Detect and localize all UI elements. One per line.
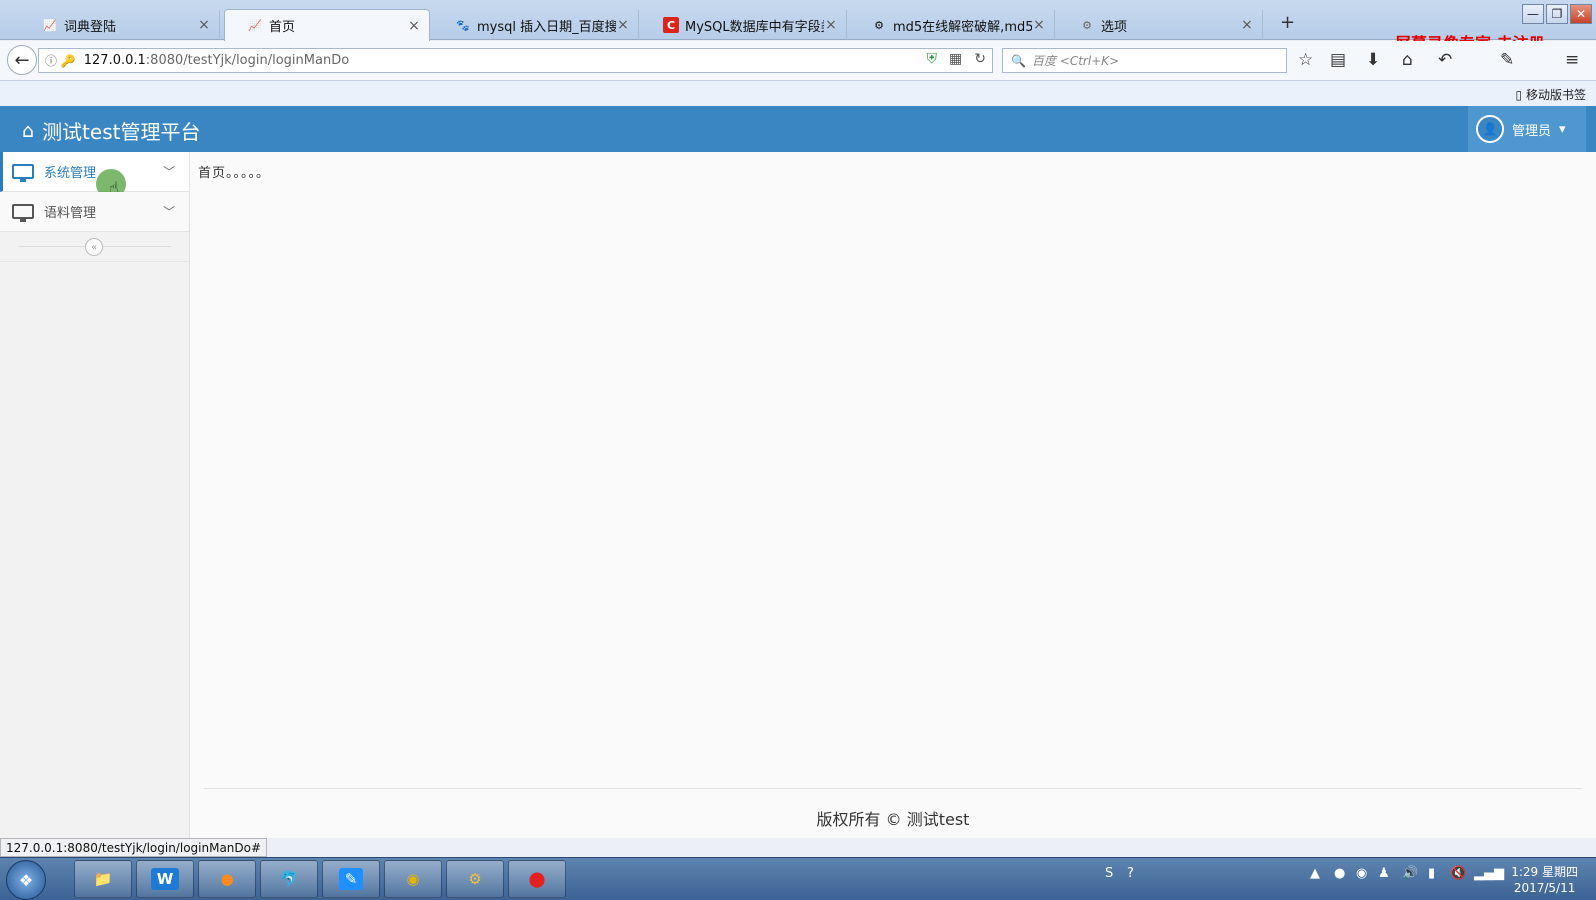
windows-logo-icon: ❖ <box>18 870 34 890</box>
url-host: 127.0.0.1 <box>83 53 146 68</box>
tray-app-icon[interactable]: ● <box>1334 866 1345 881</box>
w-icon: W <box>150 868 180 890</box>
link-status-tooltip: 127.0.0.1:8080/testYjk/login/loginManDo# <box>0 838 268 857</box>
sidebar: 系统管理 ﹀ ☝ 语料管理 ﹀ « <box>0 152 190 838</box>
shield-icon[interactable]: ⛨ <box>927 51 938 67</box>
user-name: 管理员 <box>1512 123 1552 139</box>
chart-icon: 📈 <box>43 18 57 32</box>
restore-icon[interactable]: ❐ <box>1546 4 1568 24</box>
eclipse-icon: ⚙ <box>468 870 482 888</box>
dolphin-icon: 🐬 <box>279 870 299 888</box>
home-icon: ⌂ <box>22 119 35 142</box>
home-icon[interactable]: ⌂ <box>1402 50 1413 70</box>
c-icon: C <box>663 17 679 33</box>
chart-icon: 📈 <box>248 19 262 32</box>
firefox-icon: ● <box>220 870 234 888</box>
reload-icon[interactable]: ↻ <box>974 51 986 67</box>
clipboard-icon[interactable]: ▤ <box>1330 50 1346 70</box>
tray-chrome-icon[interactable]: ◉ <box>1356 866 1367 881</box>
chrome-app[interactable]: ◉ <box>384 860 442 898</box>
caret-down-icon: ▾ <box>1559 121 1566 137</box>
close-window-icon[interactable]: ✕ <box>1570 4 1592 24</box>
chrome-icon: ◉ <box>406 870 420 888</box>
tray-network-icon[interactable]: ▲ <box>1310 866 1320 881</box>
undo-icon[interactable]: ↶ <box>1438 50 1452 70</box>
address-bar[interactable]: ⓘ 🔑 127.0.0.1:8080/testYjk/login/loginMa… <box>38 48 993 73</box>
gear-icon: ⚙ <box>1082 18 1092 32</box>
minimize-icon[interactable]: — <box>1522 4 1544 24</box>
app-header: ⌂ 测试test管理平台 👤 管理员 ▾ <box>0 106 1596 152</box>
signal-icon[interactable]: ▂▄▆ <box>1474 866 1504 881</box>
eclipse-app[interactable]: ⚙ <box>446 860 504 898</box>
editor-app[interactable]: ✎ <box>322 860 380 898</box>
close-icon[interactable]: × <box>616 17 630 33</box>
windows-taskbar: ❖ 📁 W ● 🐬 ✎ ◉ ⚙ ⬤ S ? ▲ ● ◉ ♟ 🔊 ▮ 🔇 ▂▄▆ … <box>0 857 1596 900</box>
bookmark-star-icon[interactable]: ☆ <box>1298 50 1313 70</box>
tab-md5-decrypt[interactable]: ⚙ md5在线解密破解,md5解密... × <box>849 10 1055 40</box>
close-icon[interactable]: × <box>407 18 421 34</box>
sidebar-item-corpus-management[interactable]: 语料管理 ﹀ <box>0 192 189 232</box>
user-menu[interactable]: 👤 管理员 ▾ <box>1468 106 1586 152</box>
main-content: 首页。。。。。 版权所有 © 测试test <box>190 152 1596 838</box>
phone-icon: ▯ <box>1515 88 1523 102</box>
new-tab-button[interactable]: + <box>1280 12 1295 33</box>
sogou-icon[interactable]: S <box>1105 866 1113 881</box>
footer-copyright: 版权所有 © 测试test <box>816 810 970 829</box>
chevron-down-icon: ﹀ <box>162 165 175 179</box>
firefox-app[interactable]: ● <box>198 860 256 898</box>
page-text: 首页。。。。。 <box>198 166 271 181</box>
app-title[interactable]: ⌂ 测试test管理平台 <box>22 116 200 145</box>
mute-icon[interactable]: 🔇 <box>1450 866 1466 881</box>
monitor-icon <box>12 204 34 222</box>
monitor-icon <box>12 164 34 182</box>
tab-home[interactable]: 📈 首页 × <box>224 9 430 41</box>
tab-dictionary-login[interactable]: 📈 词典登陆 × <box>20 10 220 40</box>
mobile-bookmarks-link[interactable]: ▯ 移动版书签 <box>1516 86 1586 103</box>
volume-icon[interactable]: 🔊 <box>1402 866 1418 881</box>
avatar: 👤 <box>1476 115 1504 143</box>
gear-icon: ⚙ <box>874 18 884 32</box>
close-icon[interactable]: × <box>1032 17 1046 33</box>
sidebar-item-system-management[interactable]: 系统管理 ﹀ ☝ <box>0 152 189 199</box>
info-icon: ⓘ 🔑 <box>45 54 76 68</box>
close-icon[interactable]: × <box>824 17 838 33</box>
start-button[interactable]: ❖ <box>6 860 46 900</box>
search-placeholder: 百度 <Ctrl+K> <box>1031 54 1120 68</box>
browser-tab-strip: 📈 词典登陆 × 📈 首页 × 🐾 mysql 插入日期_百度搜索 × C My… <box>0 0 1596 53</box>
tab-options[interactable]: ⚙ 选项 × <box>1057 10 1263 40</box>
browser-nav-bar: ← ⓘ 🔑 127.0.0.1:8080/testYjk/login/login… <box>0 41 1596 81</box>
download-icon[interactable]: ⬇ <box>1366 50 1380 70</box>
sidebar-collapse-button[interactable]: « <box>85 238 103 256</box>
bookmarks-bar: ▯ 移动版书签 <box>0 82 1596 106</box>
chevron-down-icon: ﹀ <box>162 205 175 219</box>
battery-icon[interactable]: ▮ <box>1428 866 1435 881</box>
tab-mysql-field-types[interactable]: C MySQL数据库中有字段类型... × <box>641 10 847 40</box>
recorder-app[interactable]: ⬤ <box>508 860 566 898</box>
search-input[interactable]: 🔍 百度 <Ctrl+K> <box>1002 48 1287 73</box>
tab-mysql-search[interactable]: 🐾 mysql 插入日期_百度搜索 × <box>433 10 639 40</box>
search-icon: 🔍 <box>1011 53 1026 68</box>
qq-icon[interactable]: ♟ <box>1378 866 1390 881</box>
explorer-app[interactable]: 📁 <box>74 860 132 898</box>
record-icon: ⬤ <box>528 870 546 888</box>
close-icon[interactable]: × <box>197 17 211 33</box>
extension-icon[interactable]: ✎ <box>1500 50 1514 70</box>
help-icon[interactable]: ? <box>1127 866 1134 881</box>
back-button[interactable]: ← <box>7 45 37 75</box>
url-path: :8080/testYjk/login/loginManDo <box>145 53 350 68</box>
paw-icon: 🐾 <box>456 18 470 32</box>
close-icon[interactable]: × <box>1240 17 1254 33</box>
wps-app[interactable]: W <box>136 860 194 898</box>
arrow-left-icon: ← <box>14 49 30 71</box>
mysql-app[interactable]: 🐬 <box>260 860 318 898</box>
folder-icon: 📁 <box>93 870 113 888</box>
system-clock[interactable]: 1:29 星期四 2017/5/11 <box>1511 864 1578 896</box>
sidebar-collapse-row: « <box>0 232 189 262</box>
qr-code-icon[interactable]: ▦ <box>949 51 962 67</box>
menu-icon[interactable]: ≡ <box>1565 50 1579 70</box>
footer-divider <box>204 788 1582 789</box>
pencil-icon: ✎ <box>338 868 364 890</box>
